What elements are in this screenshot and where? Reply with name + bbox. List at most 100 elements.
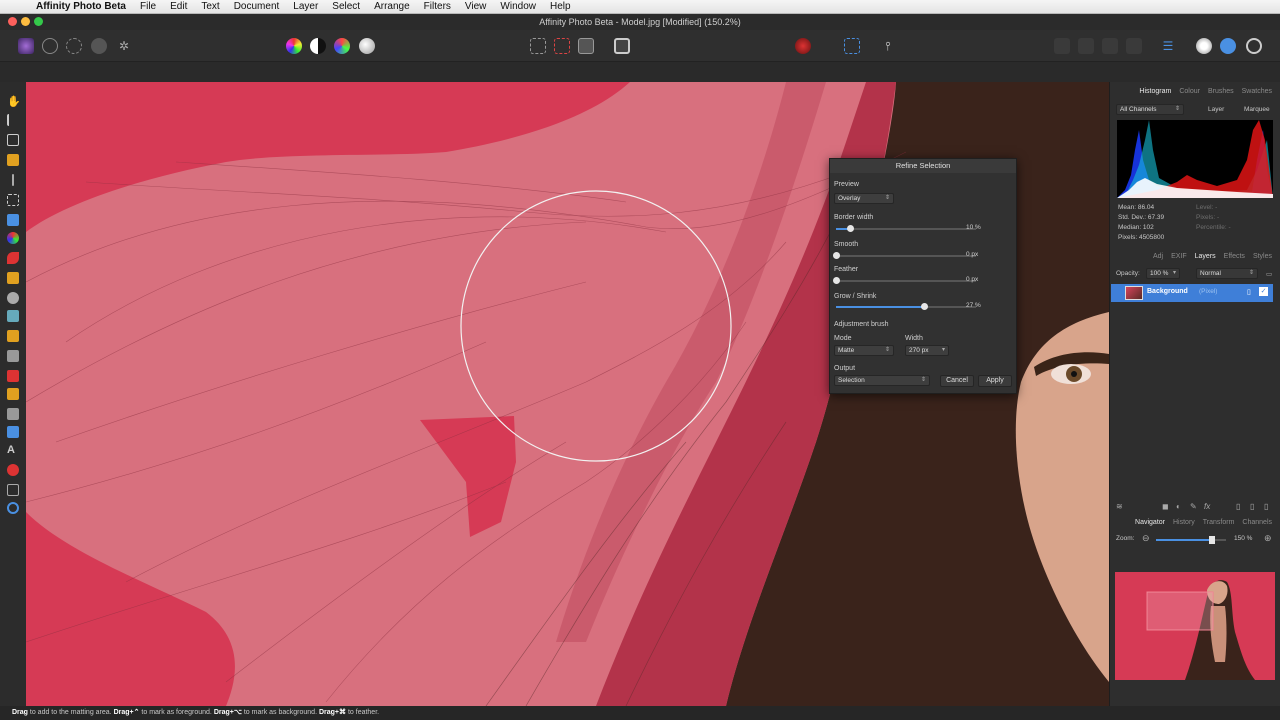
dodge-tool-icon[interactable] [7,292,19,304]
opacity-input[interactable]: 100 % ▾ [1146,268,1180,279]
tab-navigator[interactable]: Navigator [1135,519,1165,526]
tab-swatches[interactable]: Swatches [1242,88,1272,95]
blemish-tool-icon[interactable] [7,350,19,362]
brush-layer-icon[interactable]: ✎ [1190,502,1197,511]
tab-colour[interactable]: Colour [1179,88,1200,95]
workspace-icon[interactable] [1220,38,1236,54]
mask-layer-icon[interactable]: ◼ [1162,502,1169,511]
smooth-value[interactable]: 0 px [966,250,996,260]
zoom-value[interactable]: 150 % [1234,535,1252,542]
red-eye-tool-icon[interactable] [7,370,19,382]
view-tool-icon[interactable]: ✋ [7,96,21,108]
clone-tool-icon[interactable] [7,310,19,322]
layer-row-background[interactable]: Background (Pixel) ▯ ✓ [1111,284,1273,302]
selection-brush-icon[interactable] [7,154,19,166]
tab-history[interactable]: History [1173,519,1195,526]
mesh-warp-icon[interactable] [7,464,19,476]
fx-icon[interactable]: fx [1204,502,1210,511]
menu-document[interactable]: Document [227,1,287,12]
auto-levels-icon[interactable] [286,38,302,54]
marquee-option[interactable]: Marquee [1244,106,1270,113]
marquee-tool-icon[interactable] [7,194,19,206]
arrange-behind-icon[interactable] [1126,38,1142,54]
width-input[interactable]: 270 px ▾ [905,345,949,356]
pixel-tool-icon[interactable] [7,272,19,284]
zoom-in-icon[interactable]: ⊕ [1264,533,1272,544]
lock-icon[interactable]: ▭ [1266,270,1272,278]
apply-button[interactable]: Apply [978,375,1012,387]
tab-adjustments[interactable]: Adj [1153,253,1163,260]
grow-shrink-slider[interactable] [836,303,976,310]
move-tool-icon[interactable] [7,114,19,126]
border-width-handle[interactable] [847,225,854,232]
menu-window[interactable]: Window [493,1,543,12]
minimize-window-icon[interactable] [21,17,30,26]
perspective-tool-icon[interactable] [7,484,19,496]
assistant-icon[interactable] [1196,38,1212,54]
liquify-persona-icon[interactable] [42,38,58,54]
layer-option[interactable]: Layer [1208,106,1224,113]
grow-shrink-handle[interactable] [921,303,929,310]
menu-select[interactable]: Select [325,1,367,12]
arrange-front-icon[interactable] [1054,38,1070,54]
grow-shrink-value[interactable]: 27 % [966,301,996,311]
tab-transform[interactable]: Transform [1203,519,1235,526]
close-window-icon[interactable] [8,17,17,26]
snapping-icon[interactable] [844,38,860,54]
duplicate-layer-icon[interactable]: ▯ [1250,502,1254,511]
text-tool-icon[interactable]: A [7,444,19,456]
zoom-slider-handle[interactable] [1209,536,1215,544]
colour-picker-icon[interactable] [7,214,19,226]
navigator-thumbnail[interactable] [1115,572,1275,680]
colour-wheel-icon[interactable] [7,232,19,244]
feather-value[interactable]: 0 px [966,275,996,285]
layer-lock-icon[interactable]: ▯ [1247,288,1251,296]
output-select[interactable]: Selection ⇕ [834,375,930,386]
zoom-out-icon[interactable]: ⊖ [1142,533,1150,544]
refine-icon[interactable] [578,38,594,54]
menu-edit[interactable]: Edit [163,1,194,12]
flood-select-icon[interactable] [12,174,14,186]
blend-mode-select[interactable]: Normal ⇕ [1196,268,1258,279]
pin-icon[interactable]: ⫯ [880,38,896,54]
mask-mode-icon[interactable] [614,38,630,54]
paint-brush-icon[interactable] [7,252,19,264]
channel-select[interactable]: All Channels ⇕ [1116,104,1184,115]
healing-tool-icon[interactable] [7,330,19,342]
node-tool-icon[interactable] [7,408,19,420]
maximize-window-icon[interactable] [34,17,43,26]
app-menu[interactable]: Affinity Photo Beta [28,1,133,12]
border-width-value[interactable]: 10 % [966,223,996,233]
preview-select[interactable]: Overlay ⇕ [834,193,894,204]
tab-effects[interactable]: Effects [1224,253,1245,260]
selection-mode-icon[interactable] [530,38,546,54]
develop-persona-icon[interactable] [66,38,82,54]
tab-styles[interactable]: Styles [1253,253,1272,260]
arrange-forward-icon[interactable] [1078,38,1094,54]
menu-arrange[interactable]: Arrange [367,1,417,12]
settings-icon[interactable] [1246,38,1262,54]
arrange-back-icon[interactable] [1102,38,1118,54]
zoom-tool-icon[interactable] [7,502,19,514]
tab-layers[interactable]: Layers [1195,253,1216,260]
mode-select[interactable]: Matte ⇕ [834,345,894,356]
feather-handle[interactable] [833,277,840,284]
tab-exif[interactable]: EXIF [1171,253,1187,260]
tone-mapping-persona-icon[interactable] [91,38,107,54]
auto-contrast-icon[interactable] [310,38,326,54]
photo-persona-icon[interactable] [18,38,34,54]
layer-stack-icon[interactable]: ≋ [1116,502,1123,511]
menu-layer[interactable]: Layer [286,1,325,12]
quick-mask-icon[interactable] [554,38,570,54]
auto-colours-icon[interactable] [334,38,350,54]
menu-view[interactable]: View [458,1,494,12]
menu-file[interactable]: File [133,1,163,12]
layer-visibility-checkbox[interactable]: ✓ [1259,287,1268,296]
auto-white-balance-icon[interactable] [359,38,375,54]
border-width-slider[interactable] [836,225,976,232]
smooth-slider[interactable] [833,252,976,259]
cancel-button[interactable]: Cancel [940,375,974,387]
add-layer-icon[interactable]: ▯ [1236,502,1240,511]
zoom-slider[interactable] [1156,536,1226,544]
pen-tool-icon[interactable] [7,388,19,400]
